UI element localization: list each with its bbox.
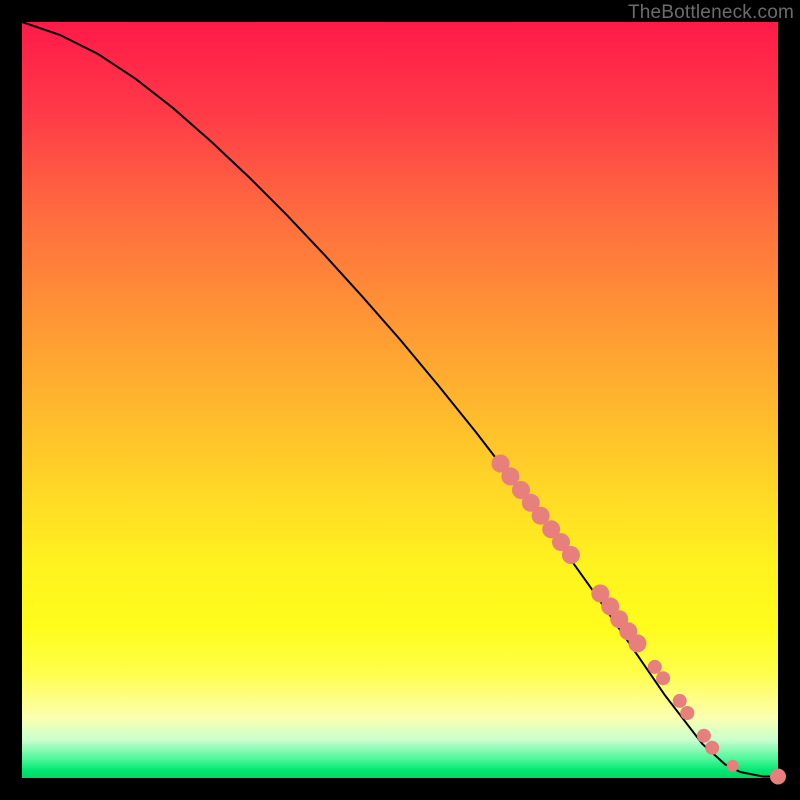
- points-group: [492, 455, 787, 785]
- data-point: [705, 741, 719, 755]
- data-point: [628, 634, 646, 652]
- data-point: [648, 660, 662, 674]
- data-point: [673, 694, 687, 708]
- data-point: [680, 706, 694, 720]
- data-point: [656, 671, 670, 685]
- watermark-text: TheBottleneck.com: [628, 2, 794, 24]
- data-point: [697, 729, 711, 743]
- chart-svg: [22, 22, 778, 778]
- curve-line: [22, 22, 778, 777]
- data-point: [562, 546, 580, 564]
- data-point: [727, 760, 739, 772]
- data-point: [770, 769, 786, 785]
